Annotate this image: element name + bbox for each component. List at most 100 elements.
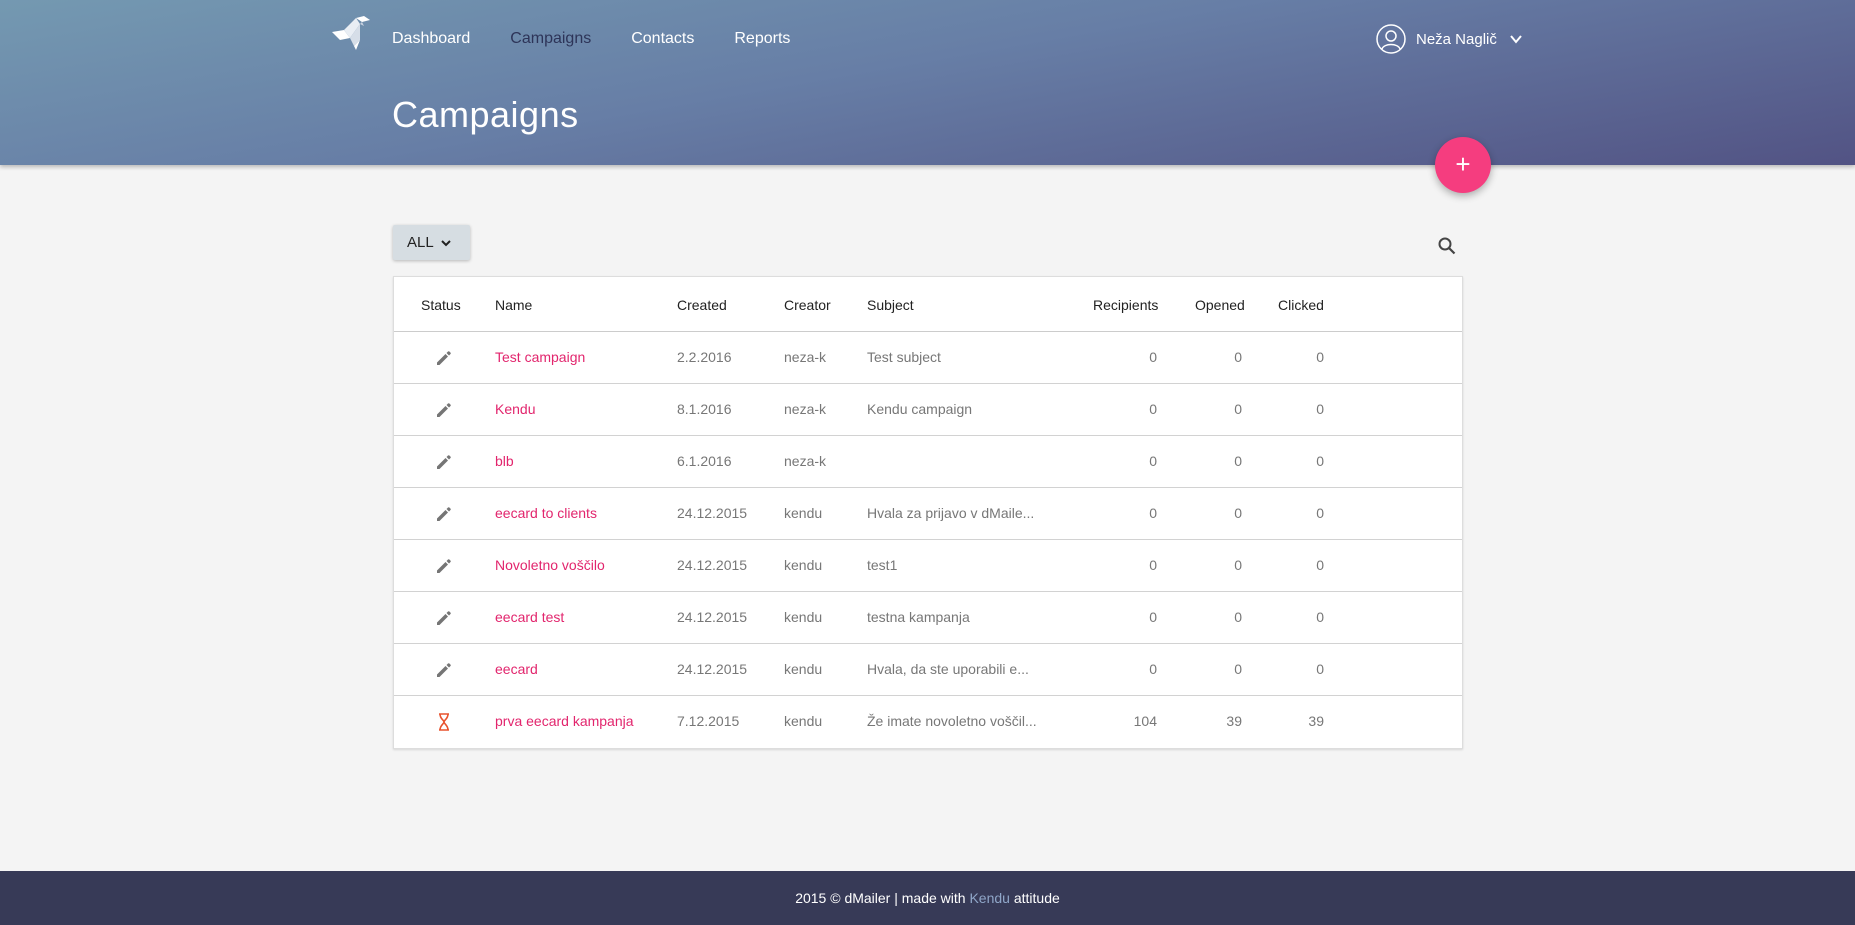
table-row[interactable]: eecard test 24.12.2015 kendu testna kampanj… (394, 592, 1462, 644)
cell-creator: kendu (784, 505, 823, 521)
cell-recipients: 0 (1149, 453, 1157, 469)
cell-opened: 0 (1234, 661, 1242, 677)
cell-name[interactable]: prva eecard kampanja (495, 713, 634, 729)
cell-creator: kendu (784, 661, 823, 677)
main-nav: Dashboard Campaigns Contacts Reports (392, 30, 830, 48)
cell-creator: neza-k (784, 349, 827, 365)
status-filter-dropdown[interactable]: ALL (393, 225, 470, 260)
cell-subject: Že imate novoletno voščil... (867, 713, 1037, 729)
cell-recipients: 0 (1149, 349, 1157, 365)
pencil-edit-icon[interactable] (434, 452, 454, 472)
cell-name[interactable]: eecard to clients (495, 505, 597, 521)
header-subject[interactable]: Subject (867, 297, 914, 313)
header-name[interactable]: Name (495, 297, 532, 313)
cell-opened: 0 (1234, 505, 1242, 521)
cell-recipients: 0 (1149, 401, 1157, 417)
nav-campaigns[interactable]: Campaigns (510, 30, 591, 48)
table-row[interactable]: prva eecard kampanja 7.12.2015 kendu Že ima… (394, 696, 1462, 748)
cell-subject: Hvala za prijavo v dMaile... (867, 505, 1035, 521)
table-header: Status Name Created Creator Subject Reci… (394, 277, 1462, 332)
nav-reports[interactable]: Reports (734, 30, 790, 48)
cell-clicked: 0 (1316, 661, 1324, 677)
cell-clicked: 0 (1316, 453, 1324, 469)
cell-subject: test1 (867, 557, 898, 573)
table-row[interactable]: eecard to clients 24.12.2015 kendu Hvala za… (394, 488, 1462, 540)
cell-clicked: 0 (1316, 349, 1324, 365)
pencil-edit-icon[interactable] (434, 504, 454, 524)
cell-created: 24.12.2015 (677, 505, 748, 521)
cell-recipients: 0 (1149, 609, 1157, 625)
filter-label: ALL (407, 234, 434, 251)
cell-subject: testna kampanja (867, 609, 970, 625)
cell-name[interactable]: blb (495, 453, 514, 469)
cell-name[interactable]: eecard test (495, 609, 564, 625)
cell-clicked: 0 (1316, 505, 1324, 521)
cell-clicked: 0 (1316, 557, 1324, 573)
nav-dashboard[interactable]: Dashboard (392, 30, 470, 48)
footer-kendu-link[interactable]: Kendu (969, 890, 1009, 906)
header-created[interactable]: Created (677, 297, 727, 313)
header-recipients[interactable]: Recipients (1093, 297, 1158, 313)
pencil-edit-icon[interactable] (434, 660, 454, 680)
hourglass-icon[interactable] (434, 712, 454, 732)
cell-creator: kendu (784, 713, 823, 729)
add-campaign-button[interactable]: + (1435, 137, 1491, 193)
cell-creator: neza-k (784, 401, 827, 417)
table-row[interactable]: Test campaign 2.2.2016 neza-k Test subject 0… (394, 332, 1462, 384)
cell-subject: Hvala, da ste uporabili e... (867, 661, 1029, 677)
chevron-down-icon (440, 239, 451, 246)
footer-text: 2015 © dMailer | made with (795, 890, 970, 906)
footer-suffix: attitude (1009, 890, 1060, 906)
cell-created: 6.1.2016 (677, 453, 732, 469)
user-name: Neža Naglič (1416, 30, 1497, 48)
cell-created: 24.12.2015 (677, 661, 748, 677)
cell-opened: 0 (1234, 349, 1242, 365)
cell-opened: 0 (1234, 401, 1242, 417)
app-header: Dashboard Campaigns Contacts Reports Než… (0, 0, 1855, 165)
table-row[interactable]: blb 6.1.2016 neza-k 0 0 0 (394, 436, 1462, 488)
header-status[interactable]: Status (421, 297, 461, 313)
cell-created: 2.2.2016 (677, 349, 732, 365)
cell-opened: 0 (1234, 557, 1242, 573)
cell-creator: neza-k (784, 453, 827, 469)
cell-name[interactable]: Novoletno voščilo (495, 557, 605, 573)
cell-recipients: 0 (1149, 557, 1157, 573)
user-circle-icon (1376, 24, 1406, 54)
chevron-down-icon (1510, 35, 1522, 44)
cell-opened: 0 (1234, 453, 1242, 469)
table-row[interactable]: Kendu 8.1.2016 neza-k Kendu campaign 0 0 0 (394, 384, 1462, 436)
cell-subject: Kendu campaign (867, 401, 973, 417)
cell-name[interactable]: Test campaign (495, 349, 585, 365)
user-menu[interactable]: Neža Naglič (1376, 24, 1523, 54)
table-row[interactable]: Novoletno voščilo 24.12.2015 kendu test1 0 0 0 (394, 540, 1462, 592)
cell-recipients: 0 (1149, 661, 1157, 677)
cell-name[interactable]: Kendu (495, 401, 535, 417)
page-footer: 2015 © dMailer | made with Kendu attitud… (0, 871, 1855, 925)
cell-created: 24.12.2015 (677, 609, 748, 625)
campaigns-table: Status Name Created Creator Subject Reci… (393, 276, 1463, 749)
cell-opened: 39 (1226, 713, 1242, 729)
cell-created: 8.1.2016 (677, 401, 732, 417)
pencil-edit-icon[interactable] (434, 348, 454, 368)
pencil-edit-icon[interactable] (434, 400, 454, 420)
cell-clicked: 0 (1316, 609, 1324, 625)
search-icon[interactable] (1437, 236, 1457, 256)
cell-creator: kendu (784, 557, 823, 573)
cell-recipients: 104 (1133, 713, 1157, 729)
header-opened[interactable]: Opened (1195, 297, 1245, 313)
header-creator[interactable]: Creator (784, 297, 831, 313)
header-clicked[interactable]: Clicked (1278, 297, 1324, 313)
cell-opened: 0 (1234, 609, 1242, 625)
cell-recipients: 0 (1149, 505, 1157, 521)
cell-created: 7.12.2015 (677, 713, 740, 729)
bird-logo-icon[interactable] (330, 14, 372, 50)
nav-contacts[interactable]: Contacts (631, 30, 694, 48)
pencil-edit-icon[interactable] (434, 608, 454, 628)
pencil-edit-icon[interactable] (434, 556, 454, 576)
table-row[interactable]: eecard 24.12.2015 kendu Hvala, da ste upora… (394, 644, 1462, 696)
cell-clicked: 39 (1308, 713, 1324, 729)
cell-creator: kendu (784, 609, 823, 625)
cell-name[interactable]: eecard (495, 661, 538, 677)
cell-subject: Test subject (867, 349, 941, 365)
page-title: Campaigns (392, 94, 579, 135)
